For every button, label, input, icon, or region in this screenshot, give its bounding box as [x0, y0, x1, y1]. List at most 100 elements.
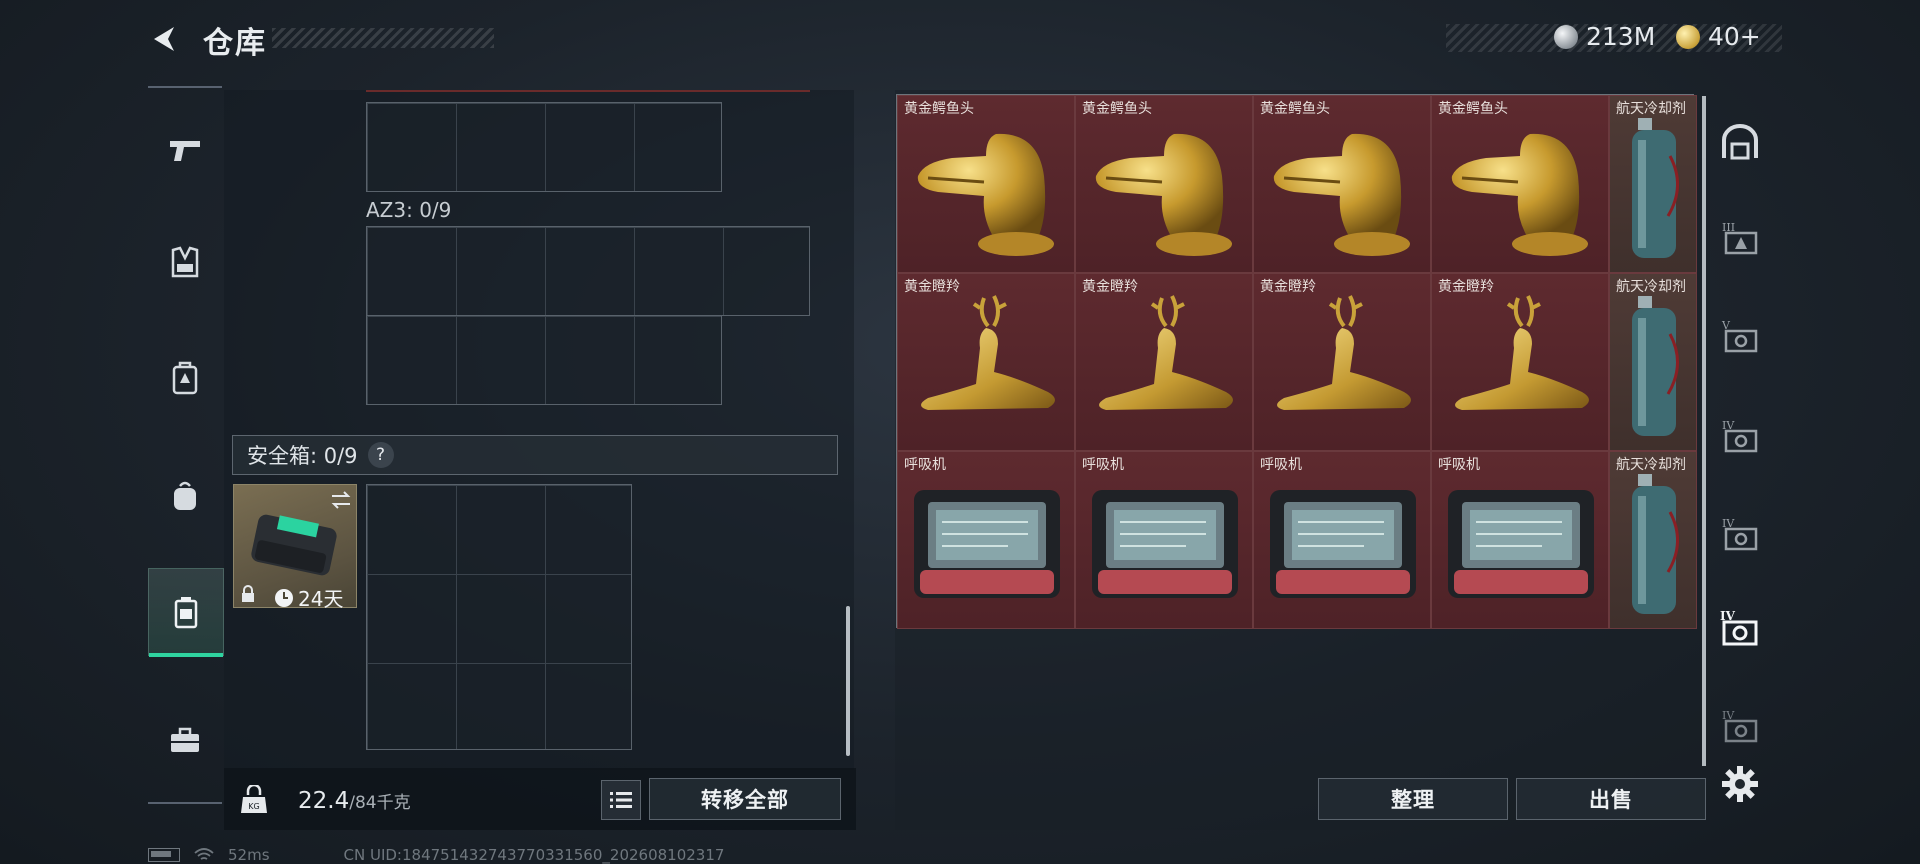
- storage-grid: 黄金鳄鱼头 黄金鳄鱼头 黄金鳄鱼头 黄金鳄鱼头 黄金瞪羚 黄金瞪羚 黄金瞪羚 黄…: [896, 94, 1697, 629]
- left-scrollbar[interactable]: [846, 606, 850, 756]
- status-bar: 52ms CN UID:184751432743770331560_202608…: [148, 846, 724, 864]
- tab-storage-crate-iv-1[interactable]: IV: [1712, 408, 1768, 464]
- storage-item-label: 黄金瞪羚: [1438, 279, 1494, 295]
- storage-item-coolant[interactable]: 航天冷却剂: [1609, 273, 1697, 451]
- storage-item-label: 呼吸机: [1438, 457, 1480, 473]
- ventilator-image: [914, 490, 1060, 598]
- storage-item[interactable]: 黄金瞪羚: [1253, 273, 1431, 451]
- tab-chest-rig[interactable]: [148, 338, 222, 418]
- title-decoration: [272, 28, 494, 48]
- list-view-button[interactable]: [601, 780, 641, 820]
- storage-item-label: 黄金鳄鱼头: [1082, 101, 1152, 117]
- storage-item-label: 黄金瞪羚: [1260, 279, 1316, 295]
- storage-item[interactable]: 黄金鳄鱼头: [897, 95, 1075, 273]
- tier-iv-crate-icon: IV: [1722, 517, 1758, 551]
- storage-item-label: 黄金鳄鱼头: [1438, 101, 1508, 117]
- storage-item[interactable]: 黄金瞪羚: [897, 273, 1075, 451]
- tab-storage-crate-iv-3[interactable]: IV: [1712, 698, 1768, 754]
- storage-item-label: 呼吸机: [904, 457, 946, 473]
- gold-amount: 40+: [1708, 22, 1761, 51]
- wifi-icon: [194, 848, 214, 860]
- tier-v-crate-icon: V: [1721, 319, 1758, 353]
- tab-storage-crate-v[interactable]: V: [1712, 308, 1768, 364]
- carry-weight: 22.4/84千克: [298, 788, 411, 814]
- tab-safe-case[interactable]: [148, 568, 224, 657]
- tab-toolbox[interactable]: [148, 700, 222, 780]
- upper-container-grid[interactable]: [366, 102, 722, 192]
- storage-item[interactable]: 黄金鳄鱼头: [1075, 95, 1253, 273]
- storage-item-label: 航天冷却剂: [1616, 457, 1686, 473]
- swap-icon[interactable]: [330, 491, 352, 509]
- sell-button[interactable]: 出售: [1516, 778, 1706, 820]
- az3-label: AZ3: 0/9: [366, 198, 452, 222]
- tier-iii-crate-icon: III: [1722, 221, 1758, 255]
- arch-icon: [1722, 124, 1758, 160]
- gold-gazelle-image: [921, 295, 1055, 410]
- safe-case-grid[interactable]: [366, 484, 632, 750]
- ventilator-image: [1448, 490, 1594, 598]
- storage-item[interactable]: 黄金鳄鱼头: [1253, 95, 1431, 273]
- storage-item[interactable]: 黄金瞪羚: [1431, 273, 1609, 451]
- storage-item-label: 航天冷却剂: [1616, 279, 1686, 295]
- settings-gear-icon[interactable]: [1718, 762, 1762, 806]
- storage-item-label: 黄金鳄鱼头: [904, 101, 974, 117]
- transfer-all-button[interactable]: 转移全部: [649, 778, 841, 820]
- storage-item-label: 黄金瞪羚: [1082, 279, 1138, 295]
- coolant-tank-image: [1632, 474, 1680, 614]
- tier-iv-crate-icon: IV: [1722, 709, 1758, 743]
- back-arrow-icon[interactable]: [148, 22, 182, 56]
- list-icon: [610, 792, 632, 808]
- silver-currency[interactable]: 213M: [1554, 22, 1655, 51]
- sort-button[interactable]: 整理: [1318, 778, 1508, 820]
- silver-amount: 213M: [1586, 22, 1656, 51]
- help-button[interactable]: ?: [367, 442, 394, 468]
- storage-item-label: 航天冷却剂: [1616, 101, 1686, 117]
- storage-item[interactable]: 呼吸机: [897, 451, 1075, 629]
- storage-item[interactable]: 呼吸机: [1075, 451, 1253, 629]
- battery-icon: [148, 848, 180, 862]
- storage-item-coolant[interactable]: 航天冷却剂: [1609, 451, 1697, 629]
- gold-crocodile-head-image: [917, 133, 1054, 256]
- safe-case-item[interactable]: 24天: [233, 484, 357, 611]
- page-title: 仓库: [203, 26, 267, 61]
- storage-scrollbar[interactable]: [1702, 96, 1706, 766]
- ventilator-image: [1270, 490, 1416, 598]
- coolant-tank-image: [1632, 296, 1680, 436]
- gold-coin-icon: [1676, 24, 1700, 49]
- lock-icon: [242, 585, 254, 602]
- tab-weapon[interactable]: [148, 110, 222, 190]
- storage-item[interactable]: 黄金鳄鱼头: [1431, 95, 1609, 273]
- ping-text: 52ms: [228, 846, 270, 864]
- tier-iv-crate-icon: IV: [1722, 419, 1758, 453]
- weight-icon-box: KG: [232, 778, 276, 822]
- tab-backpack[interactable]: [148, 456, 222, 536]
- silver-coin-icon: [1554, 24, 1578, 49]
- az3-grid-row-2[interactable]: [366, 315, 722, 405]
- tab-storage-crate-iv-active[interactable]: IV: [1712, 600, 1768, 656]
- coolant-tank-image: [1632, 118, 1680, 258]
- az3-grid-row-1[interactable]: [366, 226, 810, 316]
- backpack-icon: [174, 481, 196, 510]
- svg-text:KG: KG: [248, 802, 259, 811]
- storage-item[interactable]: 呼吸机: [1431, 451, 1609, 629]
- tab-armor[interactable]: [148, 222, 222, 302]
- tab-storage-crate-iv-2[interactable]: IV: [1712, 506, 1768, 562]
- safe-case-header: 安全箱: 0/9 ?: [232, 435, 838, 475]
- tab-storage-main[interactable]: [1712, 114, 1768, 170]
- timer: 24天: [274, 583, 343, 612]
- tab-storage-crate-iii[interactable]: III: [1712, 210, 1768, 266]
- rig-icon: [172, 361, 198, 395]
- category-sidebar: [148, 86, 224, 806]
- weight-max: /84千克: [349, 793, 411, 813]
- storage-item[interactable]: 黄金瞪羚: [1075, 273, 1253, 451]
- storage-item-label: 呼吸机: [1260, 457, 1302, 473]
- kettlebell-icon: KG: [241, 785, 267, 813]
- timer-text: 24天: [298, 587, 344, 611]
- storage-item-label: 黄金鳄鱼头: [1260, 101, 1330, 117]
- storage-item-label: 呼吸机: [1082, 457, 1124, 473]
- gold-currency[interactable]: 40+: [1676, 22, 1761, 51]
- storage-item[interactable]: 呼吸机: [1253, 451, 1431, 629]
- tier-iv-crate-icon-active: IV: [1720, 609, 1758, 646]
- gold-crocodile-head-image: [1095, 133, 1232, 256]
- storage-item-coolant[interactable]: 航天冷却剂: [1609, 95, 1697, 273]
